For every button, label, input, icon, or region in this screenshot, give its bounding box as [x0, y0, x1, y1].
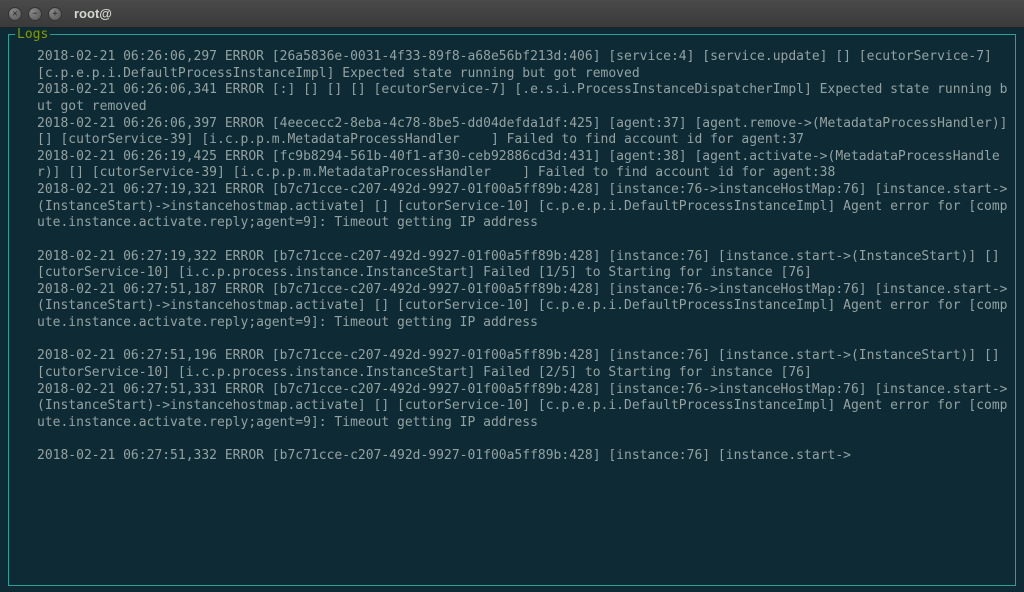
logs-panel: Logs 2018-02-21 06:26:06,297 ERROR [26a5… [8, 34, 1016, 586]
window-titlebar: ✕ − + root@ [0, 0, 1024, 28]
logs-panel-label: Logs [15, 27, 50, 42]
log-content[interactable]: 2018-02-21 06:26:06,297 ERROR [26a5836e-… [15, 49, 1009, 465]
window-title: root@ [74, 6, 112, 21]
window-maximize-button[interactable]: + [48, 7, 62, 21]
window-close-button[interactable]: ✕ [8, 7, 22, 21]
window-controls: ✕ − + [8, 7, 62, 21]
window-minimize-button[interactable]: − [28, 7, 42, 21]
terminal-area[interactable]: Logs 2018-02-21 06:26:06,297 ERROR [26a5… [0, 28, 1024, 592]
